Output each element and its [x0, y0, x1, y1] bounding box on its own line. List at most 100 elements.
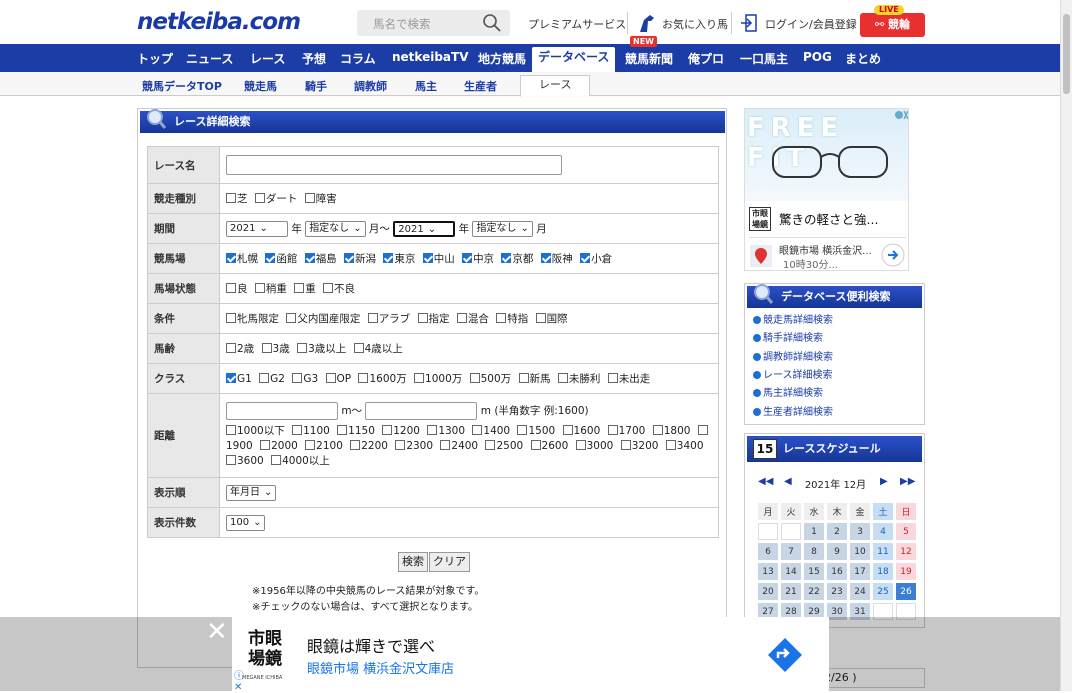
link-jockey-search[interactable]: 騎手詳細検索 — [753, 329, 823, 344]
subnav-breeder[interactable]: 生産者 — [464, 78, 497, 94]
link-breeder-search[interactable]: 生産者詳細検索 — [753, 403, 833, 418]
calendar-day[interactable]: 6 — [758, 543, 778, 560]
checkbox[interactable] — [271, 455, 282, 465]
checkbox[interactable] — [226, 425, 236, 435]
checkbox[interactable] — [260, 440, 271, 450]
checkbox[interactable] — [562, 425, 573, 435]
nav-netkeibatv[interactable]: netkeibaTV — [392, 50, 469, 64]
calendar-day[interactable]: 9 — [827, 543, 847, 560]
checkbox[interactable] — [292, 425, 303, 435]
checkbox[interactable] — [417, 313, 428, 323]
checkbox[interactable] — [305, 440, 316, 450]
search-input[interactable]: 馬名で検索 — [373, 16, 431, 32]
checkbox[interactable] — [226, 343, 236, 353]
checkbox-option[interactable]: 牝馬限定 — [226, 313, 279, 325]
checkbox[interactable] — [261, 343, 272, 353]
checkbox[interactable] — [665, 440, 676, 450]
checkbox[interactable] — [344, 253, 355, 263]
nav-column[interactable]: コラム — [340, 50, 376, 67]
checkbox-option[interactable]: 障害 — [304, 193, 337, 205]
nav-hitokuchi[interactable]: 一口馬主 — [740, 50, 788, 67]
next-year-icon[interactable]: ▶▶ — [900, 476, 915, 487]
checkbox-option[interactable]: 1800 — [652, 425, 690, 437]
calendar-day[interactable]: 3 — [850, 523, 870, 540]
checkbox-option[interactable]: 未勝利 — [557, 373, 600, 385]
checkbox-option[interactable]: 福島 — [304, 253, 337, 265]
checkbox[interactable] — [607, 425, 618, 435]
checkbox-option[interactable]: 3200 — [620, 440, 658, 452]
checkbox[interactable] — [414, 373, 425, 383]
checkbox-option[interactable]: 4歳以上 — [353, 343, 403, 355]
checkbox[interactable] — [580, 253, 591, 263]
calendar-day[interactable]: 23 — [827, 583, 847, 600]
race-name-input[interactable] — [226, 155, 562, 175]
checkbox-option[interactable]: 新潟 — [344, 253, 376, 265]
to-month-select[interactable]: 指定なし — [472, 220, 533, 237]
checkbox[interactable] — [350, 440, 361, 450]
calendar-day[interactable]: 12 — [896, 543, 916, 560]
calendar-day[interactable]: 24 — [850, 583, 870, 600]
checkbox[interactable] — [395, 440, 406, 450]
checkbox-option[interactable]: 特指 — [496, 313, 528, 325]
subnav-jockey[interactable]: 騎手 — [305, 78, 327, 94]
ad-info-icon[interactable]: ⓘ ✕ — [234, 667, 244, 693]
link-trainer-search[interactable]: 調教師詳細検索 — [753, 348, 833, 363]
checkbox-option[interactable]: 1000万 — [414, 373, 462, 385]
checkbox-option[interactable]: 1100 — [292, 425, 330, 437]
checkbox[interactable] — [697, 425, 708, 435]
calendar-day[interactable]: 10 — [850, 543, 870, 560]
checkbox-option[interactable]: G2 — [259, 373, 285, 385]
subnav-race[interactable]: レース — [520, 75, 591, 97]
checkbox[interactable] — [535, 313, 546, 323]
calendar-day[interactable]: 13 — [758, 563, 778, 580]
checkbox-option[interactable]: 混合 — [456, 313, 489, 325]
checkbox-option[interactable]: 1200 — [382, 425, 420, 437]
checkbox-option[interactable]: 2300 — [395, 440, 433, 452]
calendar-day[interactable]: 15 — [804, 563, 824, 580]
checkbox[interactable] — [304, 253, 315, 263]
subnav-owner[interactable]: 馬主 — [415, 78, 437, 94]
checkbox-option[interactable]: G1 — [226, 373, 252, 385]
checkbox[interactable] — [254, 283, 265, 293]
calendar-day[interactable]: 1 — [804, 523, 824, 540]
nav-pog[interactable]: POG — [803, 50, 832, 64]
sidebar-ad[interactable]: FREE FIT 市眼場鏡 驚きの軽さと強... 眼鏡市場 横浜金沢... 10… — [744, 108, 909, 271]
checkbox-option[interactable]: 1150 — [337, 425, 375, 437]
checkbox-option[interactable]: 3歳 — [261, 343, 290, 355]
calendar-day[interactable]: 16 — [827, 563, 847, 580]
checkbox-option[interactable]: 2400 — [440, 440, 478, 452]
checkbox-option[interactable]: 3000 — [575, 440, 613, 452]
checkbox-option[interactable]: 未出走 — [607, 373, 650, 385]
checkbox[interactable] — [620, 440, 631, 450]
subnav-horse[interactable]: 競走馬 — [244, 78, 277, 94]
checkbox-option[interactable]: 1400 — [472, 425, 510, 437]
checkbox[interactable] — [294, 283, 305, 293]
checkbox[interactable] — [427, 425, 438, 435]
checkbox-option[interactable]: アラブ — [367, 313, 410, 325]
checkbox-option[interactable]: 良 — [226, 283, 248, 295]
checkbox[interactable] — [540, 253, 551, 263]
favorites-link[interactable]: お気に入り馬 — [662, 16, 728, 32]
checkbox[interactable] — [265, 253, 276, 263]
checkbox[interactable] — [226, 455, 236, 465]
checkbox[interactable] — [575, 440, 586, 450]
checkbox[interactable] — [530, 440, 541, 450]
nav-database[interactable]: データベース — [532, 47, 616, 72]
checkbox[interactable] — [337, 425, 348, 435]
checkbox[interactable] — [259, 373, 270, 383]
checkbox[interactable] — [382, 425, 393, 435]
link-race-search[interactable]: レース詳細検索 — [753, 366, 833, 381]
checkbox[interactable] — [652, 425, 663, 435]
prev-year-icon[interactable]: ◀◀ — [758, 476, 773, 487]
checkbox[interactable] — [254, 193, 265, 203]
checkbox-option[interactable]: 阪神 — [540, 253, 573, 265]
checkbox[interactable] — [297, 343, 308, 353]
clear-button[interactable]: クリア — [429, 552, 470, 572]
checkbox-option[interactable]: 新馬 — [518, 373, 551, 385]
checkbox-option[interactable]: 3400 — [665, 440, 704, 452]
nav-race[interactable]: レース — [250, 50, 285, 67]
checkbox[interactable] — [472, 425, 483, 435]
nav-news[interactable]: ニュース — [186, 50, 233, 67]
checkbox-option[interactable]: 父内国産限定 — [286, 313, 360, 325]
checkbox[interactable] — [286, 313, 297, 323]
